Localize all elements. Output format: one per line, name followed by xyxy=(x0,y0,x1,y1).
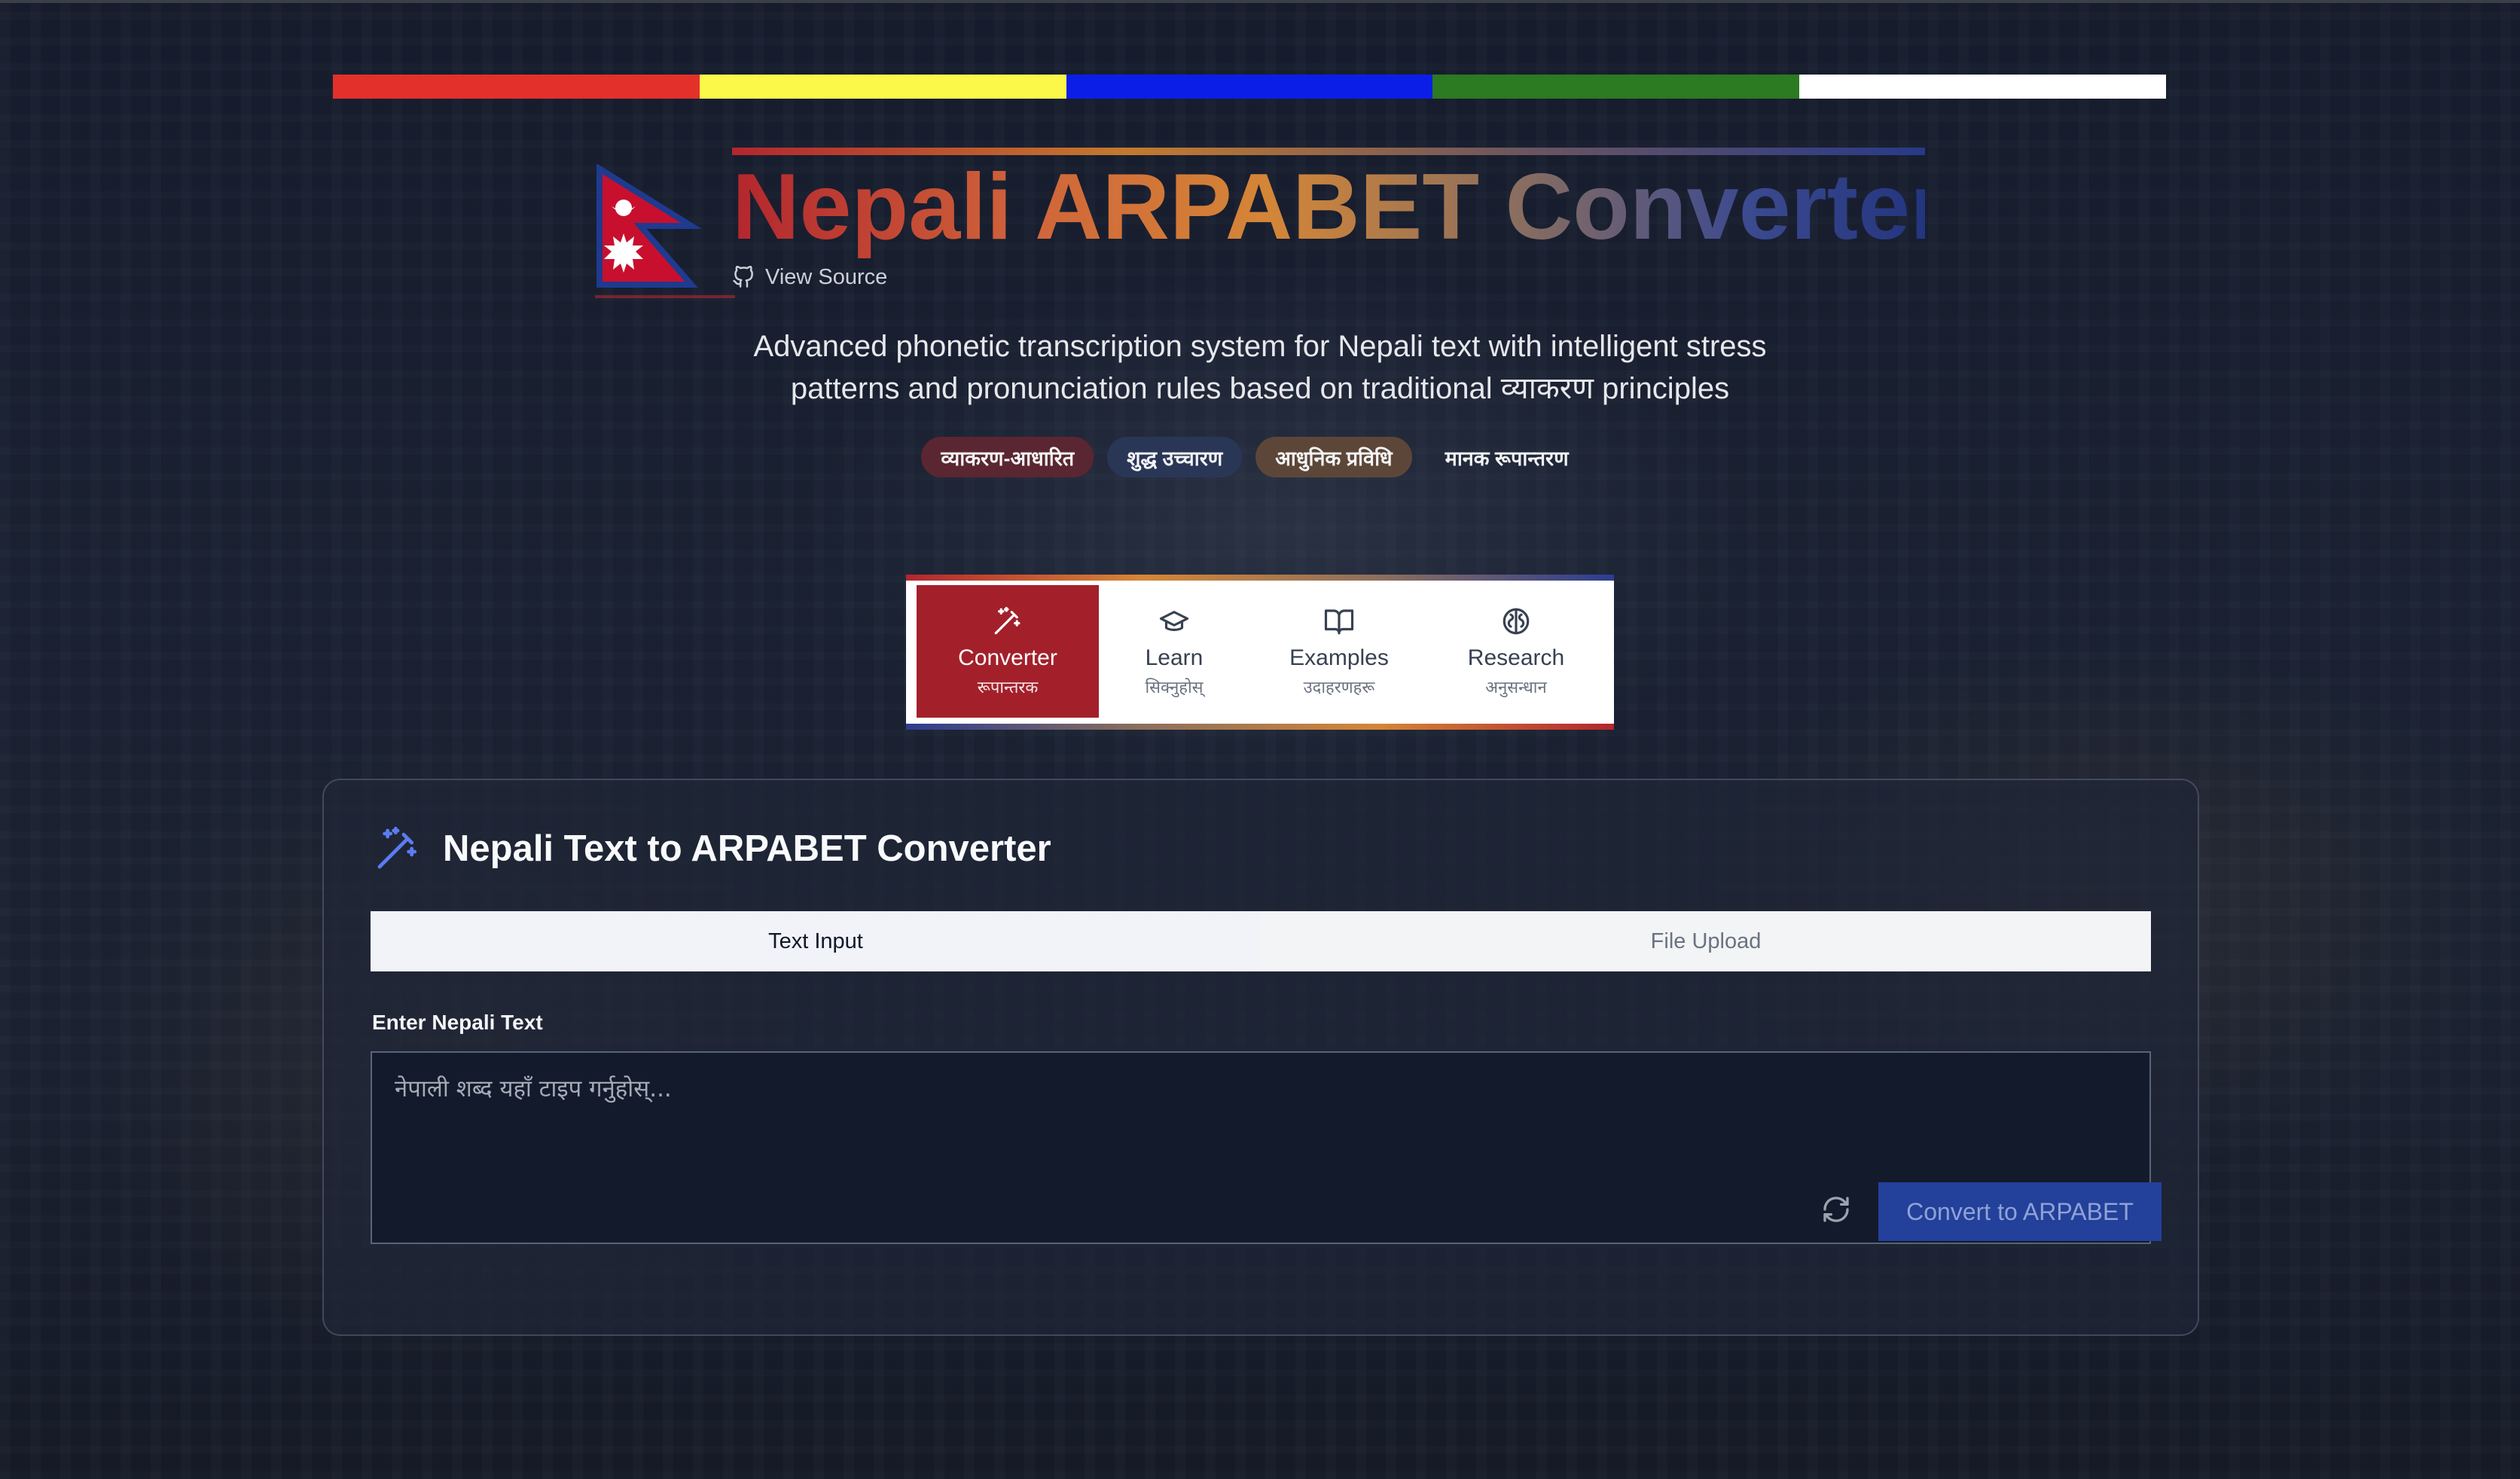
badge-grammar-based: व्याकरण-आधारित xyxy=(921,437,1094,477)
converter-title: Nepali Text to ARPABET Converter xyxy=(374,822,1051,875)
stripe-green xyxy=(1432,75,1800,99)
page-subtitle: Advanced phonetic transcription system f… xyxy=(527,325,1993,410)
magic-wand-icon xyxy=(992,605,1024,638)
view-source-label: View Source xyxy=(765,264,888,289)
main-nav: Converter रूपान्तरक Learn सिक्नुहोस् Exa… xyxy=(906,575,1614,730)
nav-tab-converter-label: Converter xyxy=(958,645,1057,670)
brain-icon xyxy=(1500,605,1532,638)
nepali-text-field-wrapper: Convert to ARPABET xyxy=(371,1051,2162,1244)
converter-card: Nepali Text to ARPABET Converter Text In… xyxy=(322,779,2199,1336)
input-mode-tabs: Text Input File Upload xyxy=(371,911,2151,971)
nav-tab-learn[interactable]: Learn सिक्नुहोस् xyxy=(1099,585,1249,718)
nepal-flag-icon xyxy=(595,164,735,298)
nav-tab-research-label: Research xyxy=(1467,645,1565,670)
window-top-border xyxy=(0,0,2520,3)
stripe-white xyxy=(1799,75,2166,99)
convert-button[interactable]: Convert to ARPABET xyxy=(1878,1182,2162,1241)
page-title: Nepali ARPABET Converter xyxy=(732,148,1946,259)
nav-tab-converter-sublabel: रूपान्तरक xyxy=(977,678,1039,697)
book-open-icon xyxy=(1323,605,1355,638)
reset-button[interactable] xyxy=(1818,1191,1854,1227)
tab-file-upload[interactable]: File Upload xyxy=(1261,911,2151,971)
stripe-blue xyxy=(1066,75,1433,99)
nav-tab-learn-label: Learn xyxy=(1145,645,1204,670)
badge-modern-technology: आधुनिक प्रविधि xyxy=(1255,437,1412,477)
feature-badges: व्याकरण-आधारित शुद्ध उच्चारण आधुनिक प्रव… xyxy=(916,437,1594,477)
nav-tab-research-sublabel: अनुसन्धान xyxy=(1485,678,1547,697)
subtitle-line-1: Advanced phonetic transcription system f… xyxy=(753,330,1767,363)
view-source-link[interactable]: View Source xyxy=(732,261,887,294)
graduation-cap-icon xyxy=(1158,605,1190,638)
github-icon xyxy=(733,266,753,288)
nav-tab-converter[interactable]: Converter रूपान्तरक xyxy=(917,585,1099,718)
badge-pure-pronunciation: शुद्ध उच्चारण xyxy=(1107,437,1243,477)
nav-tab-examples-label: Examples xyxy=(1289,645,1389,670)
nepali-text-label: Enter Nepali Text xyxy=(372,1011,543,1034)
refresh-icon xyxy=(1823,1197,1849,1222)
stripe-red xyxy=(333,75,700,99)
converter-title-text: Nepali Text to ARPABET Converter xyxy=(443,828,1051,869)
nav-tab-examples[interactable]: Examples उदाहरणहरू xyxy=(1249,585,1429,718)
tab-text-input[interactable]: Text Input xyxy=(371,911,1261,971)
nav-tab-research[interactable]: Research अनुसन्धान xyxy=(1429,585,1603,718)
nav-tab-examples-sublabel: उदाहरणहरू xyxy=(1303,678,1375,697)
magic-wand-icon xyxy=(377,826,417,869)
stripe-yellow xyxy=(699,75,1066,99)
badge-standard-conversion: मानक रूपान्तरण xyxy=(1445,447,1569,470)
nav-tab-learn-sublabel: सिक्नुहोस् xyxy=(1145,678,1204,697)
prayer-flag-stripe-bar xyxy=(333,75,2166,99)
subtitle-line-2: patterns and pronunciation rules based o… xyxy=(790,372,1730,405)
